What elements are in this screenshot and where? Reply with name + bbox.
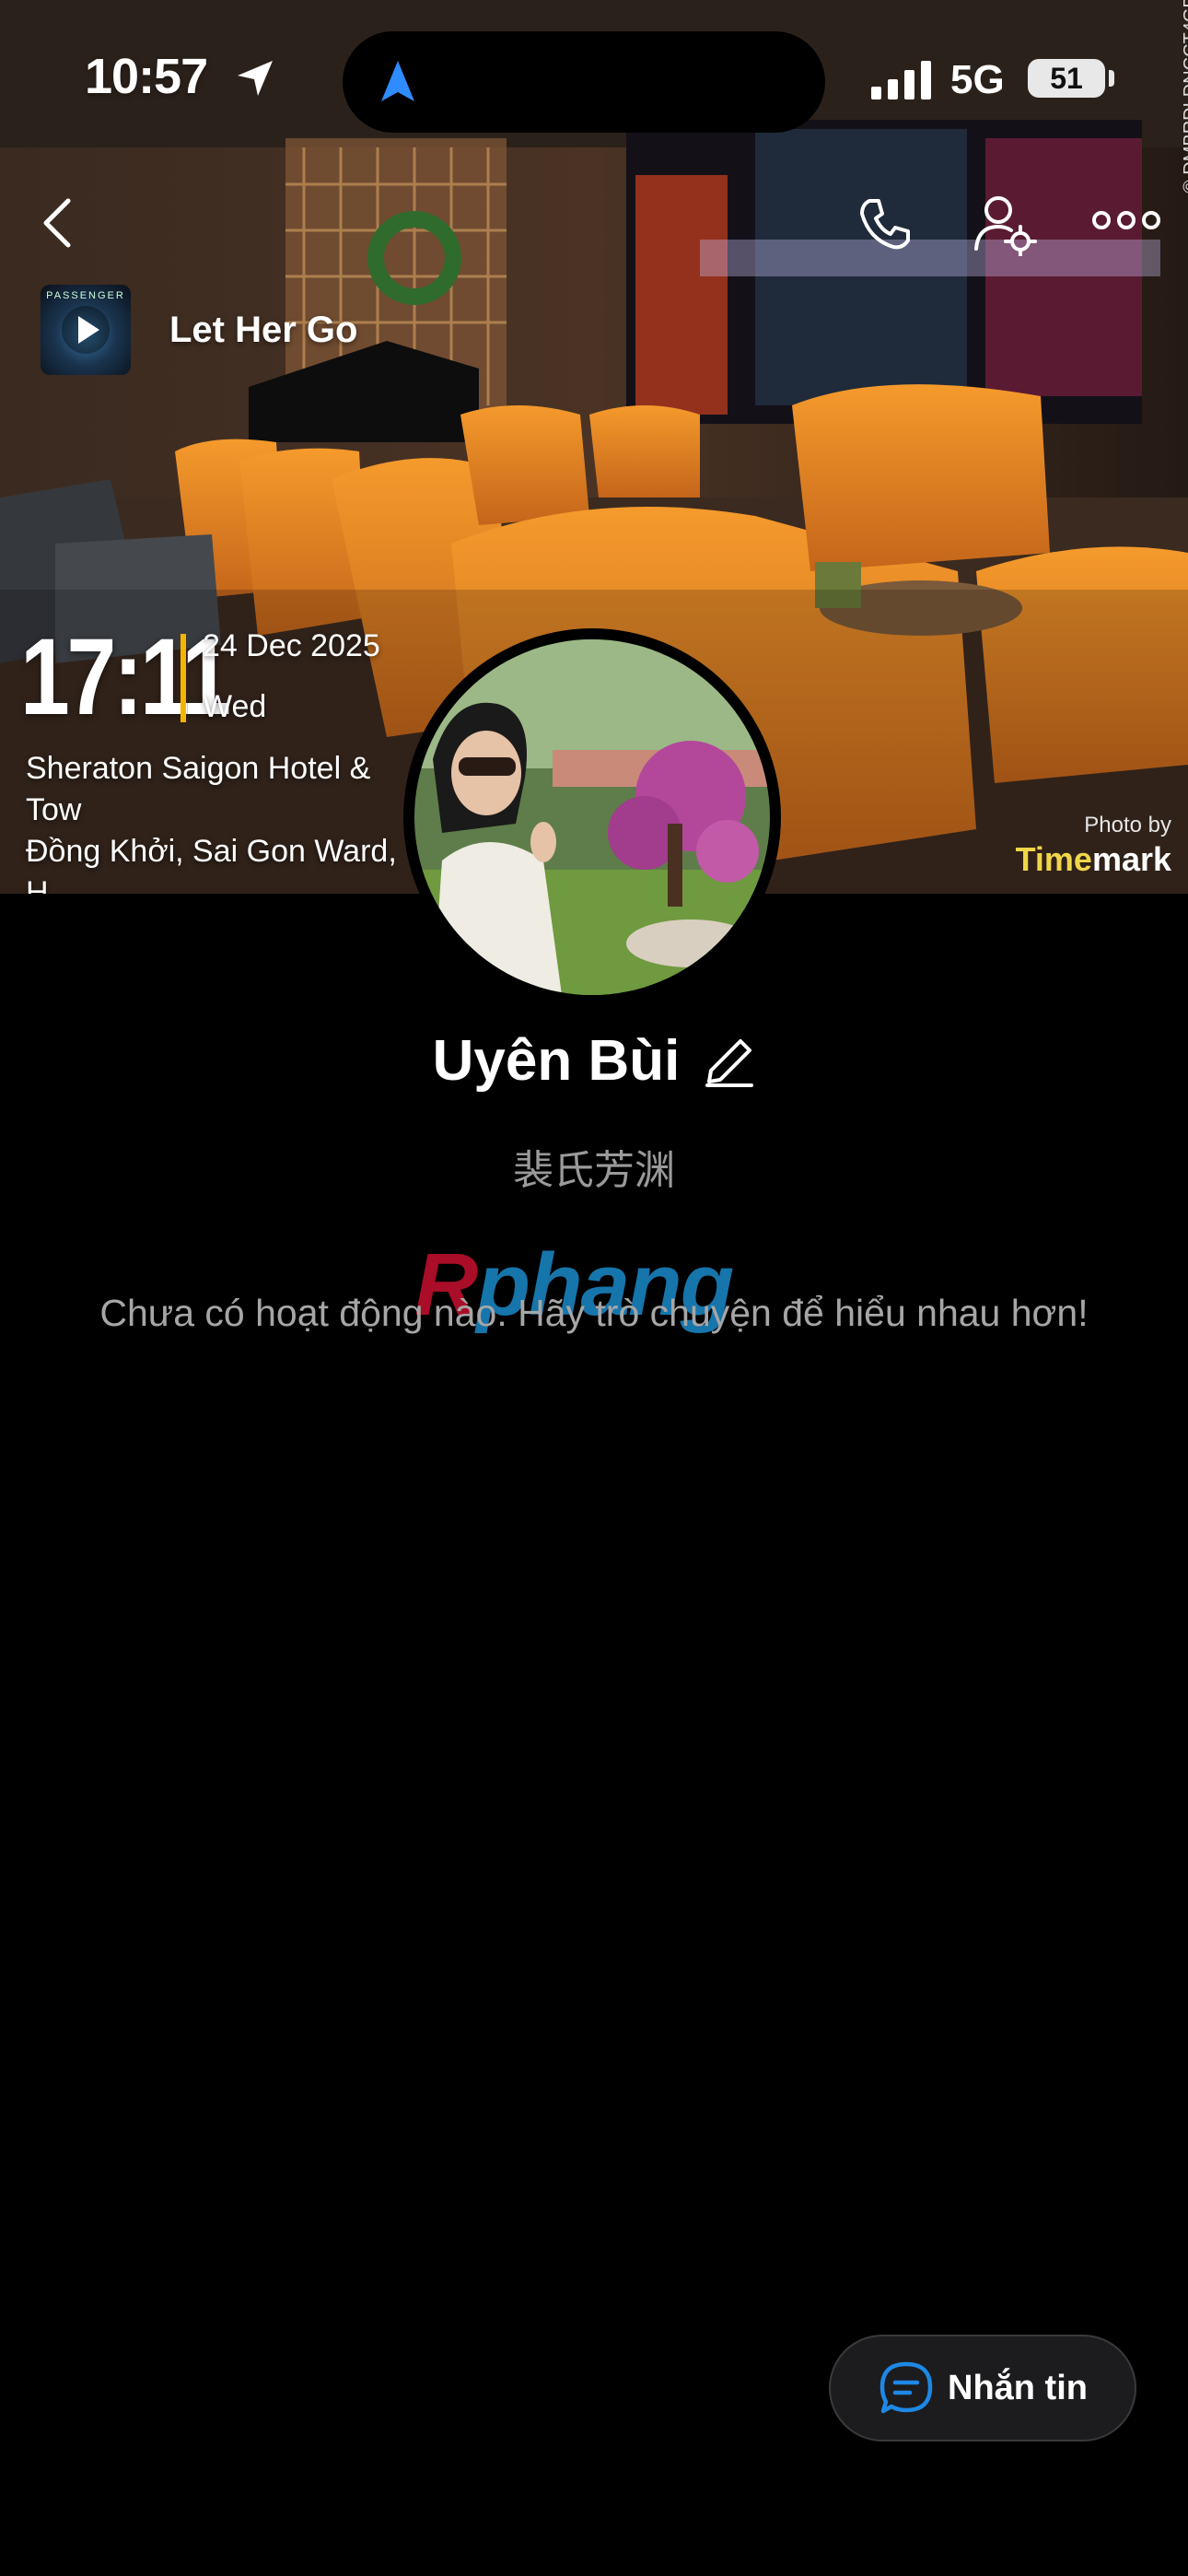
message-button[interactable]: Nhắn tin <box>829 2335 1136 2441</box>
phone-icon[interactable] <box>856 195 914 252</box>
timemark-divider <box>181 634 186 722</box>
profile-music[interactable]: PASSENGER Let Her Go <box>41 282 357 378</box>
avatar-photo-scene <box>414 639 770 995</box>
friend-settings-icon[interactable] <box>973 192 1037 256</box>
status-time: 10:57 <box>85 49 208 104</box>
avatar[interactable] <box>403 628 781 1006</box>
chat-icon <box>879 2361 933 2414</box>
navigation-arrow-icon <box>381 61 414 101</box>
more-icon[interactable] <box>1092 205 1160 236</box>
profile-alias: 裴氏芳渊 <box>513 1147 675 1194</box>
album-art-text: PASSENGER <box>46 290 125 301</box>
timemark-brand-accent: Time <box>1015 840 1092 878</box>
timemark-date: 24 Dec 2025 <box>203 628 380 663</box>
dynamic-island <box>343 31 825 133</box>
battery-indicator: 51 <box>1028 59 1105 98</box>
location-arrow-icon <box>238 61 273 96</box>
timemark-time: 17:11 <box>20 616 231 738</box>
avatar-photo <box>414 639 770 995</box>
back-icon[interactable] <box>39 197 76 249</box>
network-type: 5G <box>950 57 1005 102</box>
timemark-location: Sheraton Saigon Hotel & Tow Đồng Khởi, S… <box>26 751 397 894</box>
empty-activity-text: Chưa có hoạt động nào. Hãy trò chuyện để… <box>99 1292 1089 1334</box>
timemark-photo-by: Photo by <box>1084 813 1171 837</box>
timemark-verification: © DMBRDLDNCCT4GB Timemark Verified <box>1181 0 1188 193</box>
battery-nub <box>1109 70 1114 87</box>
play-icon[interactable] <box>61 305 111 355</box>
edit-icon[interactable] <box>704 1036 755 1087</box>
music-title: Let Her Go <box>169 309 358 350</box>
timemark-brand: Timemark <box>1016 840 1171 879</box>
message-button-label: Nhắn tin <box>948 2368 1088 2407</box>
timemark-brand-rest: mark <box>1091 840 1171 878</box>
album-art: PASSENGER <box>41 285 131 375</box>
name-row: Uyên Bùi <box>0 1028 1188 1094</box>
profile-name: Uyên Bùi <box>432 1029 681 1093</box>
timemark-day: Wed <box>203 689 267 724</box>
profile-screen: 17:11 24 Dec 2025 Wed Sheraton Saigon Ho… <box>0 0 1188 2576</box>
signal-icon <box>871 61 931 100</box>
